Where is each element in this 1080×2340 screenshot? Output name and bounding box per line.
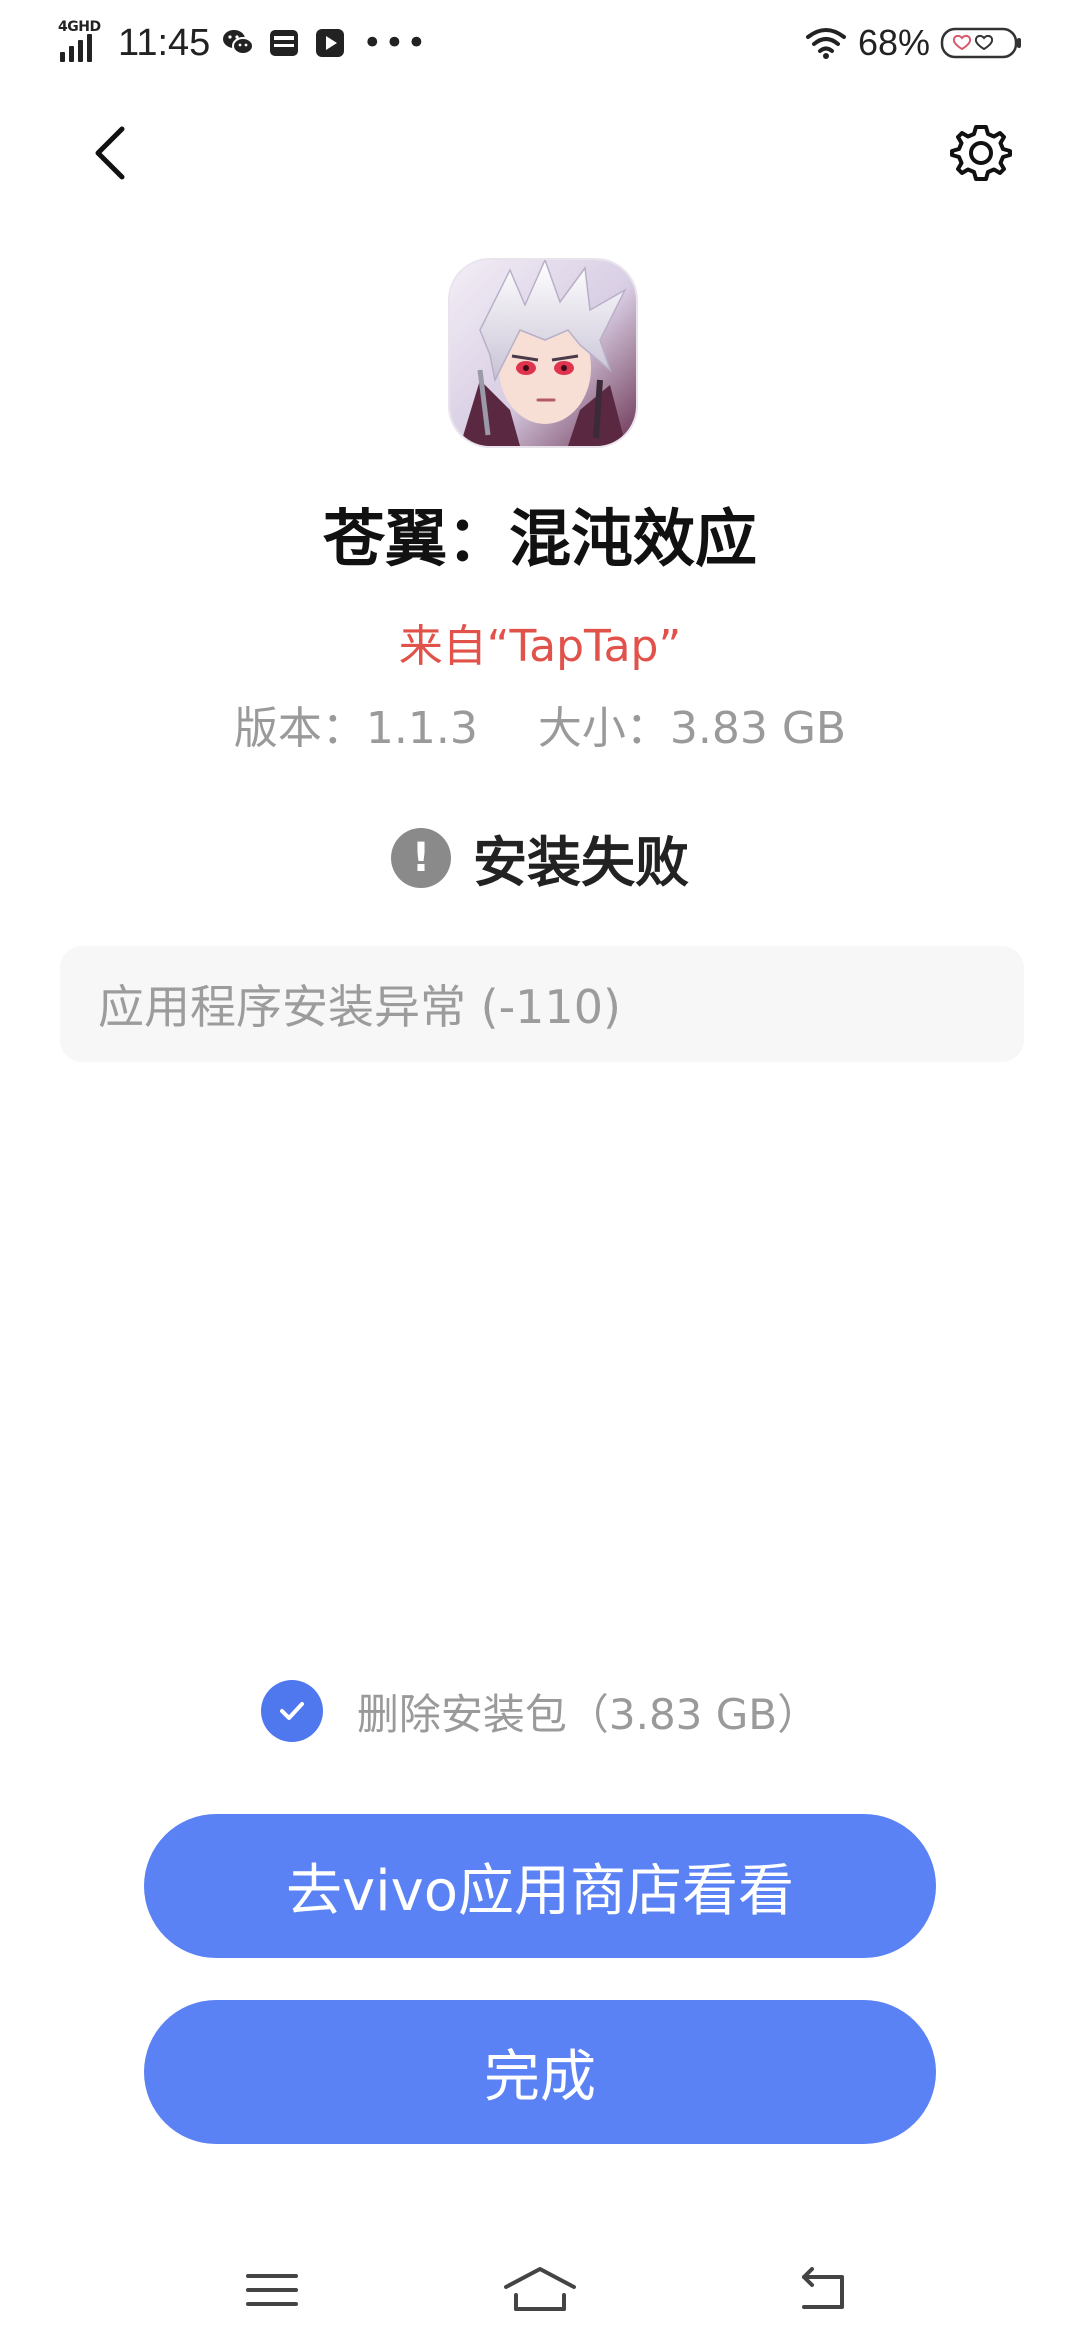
back-icon: [802, 2267, 844, 2309]
battery-percent: 68%: [857, 22, 930, 63]
app-size: 大小：3.83 GB: [537, 703, 847, 754]
menu-icon: [246, 2274, 298, 2306]
battery-icon: [940, 27, 1021, 59]
cellular-signal-icon: 4GHD: [58, 20, 108, 66]
app-name: 苍翼：混沌效应: [322, 502, 757, 575]
exclamation-icon: !: [391, 827, 451, 888]
more-notifications-icon: •••: [362, 23, 429, 63]
wechat-icon: [223, 30, 255, 55]
app-icon: [450, 260, 636, 446]
delete-package-checkbox[interactable]: [260, 1680, 323, 1742]
install-status-text: 安装失败: [473, 831, 689, 894]
checkmark-icon: [279, 1702, 304, 1720]
video-play-icon: [316, 29, 345, 57]
app-version: 版本：1.1.3: [233, 703, 478, 754]
delete-package-option[interactable]: 删除安装包（3.83 GB）: [0, 1680, 1080, 1742]
install-status: ! 安装失败: [0, 818, 1080, 897]
error-message-box: 应用程序安装异常 (-110): [60, 946, 1024, 1062]
nav-back-button[interactable]: [774, 2254, 874, 2326]
status-bar: 4GHD 11:45 ••• 68%: [0, 0, 1080, 90]
network-type: 4GHD: [58, 19, 101, 35]
back-button[interactable]: [80, 118, 140, 188]
gear-icon: [950, 125, 1012, 181]
status-bar-right: 68%: [804, 18, 1024, 68]
wallet-icon: [270, 30, 299, 56]
nav-menu-button[interactable]: [222, 2254, 322, 2326]
delete-package-label: 删除安装包（3.83 GB）: [356, 1689, 820, 1739]
open-app-store-button[interactable]: 去vivo应用商店看看: [144, 1814, 936, 1958]
nav-home-button[interactable]: [490, 2254, 590, 2326]
app-meta: 版本：1.1.3 大小：3.83 GB: [0, 692, 1080, 756]
settings-button[interactable]: [946, 118, 1016, 188]
home-icon: [504, 2267, 576, 2311]
status-bar-left: 4GHD 11:45 •••: [58, 18, 428, 68]
navigation-bar: [0, 2240, 1080, 2340]
app-source: 来自“TapTap”: [398, 621, 682, 672]
done-button[interactable]: 完成: [144, 2000, 936, 2144]
back-arrow-icon: [95, 126, 125, 180]
error-message: 应用程序安装异常 (-110): [98, 980, 621, 1034]
wifi-icon: [805, 28, 846, 59]
status-time: 11:45: [118, 21, 211, 64]
